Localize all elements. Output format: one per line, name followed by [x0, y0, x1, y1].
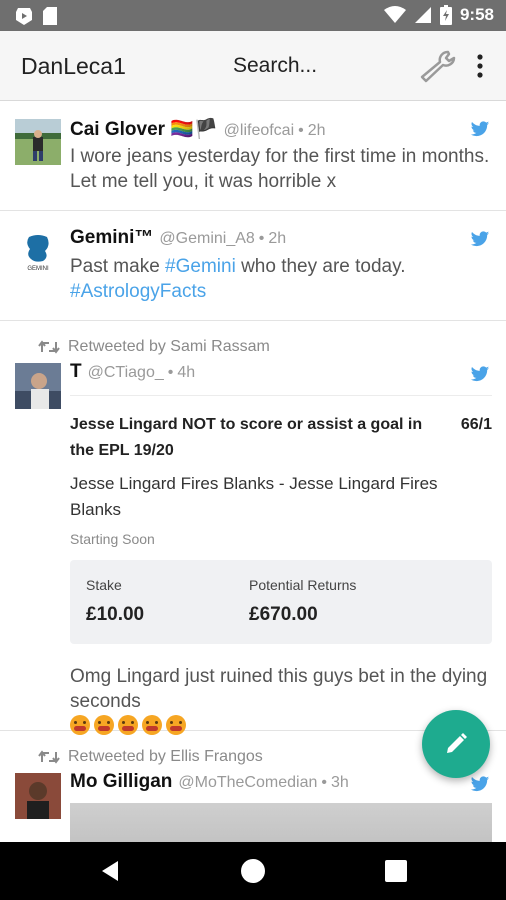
home-icon[interactable]	[241, 859, 265, 883]
twitter-bird-icon	[470, 776, 490, 792]
retweet-line: Retweeted by Ellis Frangos	[38, 748, 263, 766]
tweet-text-prefix: Past make	[70, 256, 166, 277]
author-handle: @CTiago_	[87, 364, 164, 381]
returns-value: £670.00	[249, 604, 318, 625]
angry-face-emoji	[70, 715, 90, 735]
tweet-header: T @CTiago_ • 4h	[70, 361, 195, 383]
tweet-time: 2h	[268, 230, 287, 247]
avatar[interactable]	[15, 363, 61, 409]
bet-title: Jesse Lingard NOT to score or assist a g…	[70, 416, 423, 459]
tweet-media[interactable]	[70, 803, 492, 842]
sd-card-icon	[43, 7, 57, 25]
author-name[interactable]: Gemini™	[70, 227, 153, 249]
tweet-item[interactable]: GEMINI Gemini™ @Gemini_A8 • 2h Past make…	[0, 211, 506, 321]
separator-dot: •	[298, 122, 304, 139]
author-handle: @lifeofcai	[223, 122, 295, 139]
stake-value: £10.00	[86, 604, 145, 625]
author-handle: @Gemini_A8	[159, 230, 255, 247]
angry-face-emoji	[142, 715, 162, 735]
search-input[interactable]: Search...	[233, 54, 317, 78]
hashtag-link[interactable]: #AstrologyFacts	[70, 281, 206, 302]
angry-face-emoji	[166, 715, 186, 735]
stake-label: Stake	[86, 577, 122, 593]
status-time: 9:58	[459, 5, 494, 24]
author-name[interactable]: T	[70, 361, 82, 383]
avatar[interactable]	[15, 773, 61, 819]
separator-dot: •	[167, 364, 174, 381]
bet-summary-box: Stake £10.00 Potential Returns £670.00	[70, 560, 492, 644]
author-handle: @MoTheComedian	[178, 774, 318, 791]
tweet-text-body: Omg Lingard just ruined this guys bet in…	[70, 666, 488, 712]
hashtag-link[interactable]: #Gemini	[165, 256, 236, 277]
avatar-caption: GEMINI	[27, 266, 49, 272]
returns-label: Potential Returns	[249, 577, 357, 593]
tweet-time: 3h	[330, 774, 349, 791]
retweet-icon	[38, 340, 60, 354]
bet-subtitle: Jesse Lingard Fires Blanks - Jesse Linga…	[70, 474, 438, 519]
tweet-header: Gemini™ @Gemini_A8 • 2h	[70, 227, 286, 249]
app-bar: DanLeca1 Search...	[0, 31, 506, 101]
separator-dot: •	[321, 774, 327, 791]
tweet-item[interactable]: Cai Glover 🏳️‍🌈🏴 @lifeofcai • 2h I wore …	[0, 101, 506, 211]
retweet-line: Retweeted by Sami Rassam	[38, 338, 270, 356]
tweet-text: I wore jeans yesterday for the first tim…	[70, 146, 490, 192]
tweet-header: Mo Gilligan @MoTheComedian • 3h	[70, 771, 349, 793]
app-notification-icon	[16, 8, 32, 25]
pencil-icon	[447, 733, 467, 753]
status-bar: 9:58	[0, 0, 506, 31]
tweet-time: 2h	[307, 122, 326, 139]
avatar[interactable]: GEMINI	[15, 231, 61, 277]
bet-odds: 66/1	[460, 416, 492, 433]
compose-button[interactable]	[422, 710, 490, 778]
tweet-text-middle: who they are today.	[235, 256, 406, 277]
twitter-bird-icon	[470, 366, 490, 382]
divider	[70, 395, 492, 396]
tweet-header: Cai Glover 🏳️‍🌈🏴 @lifeofcai • 2h	[70, 117, 326, 141]
more-vert-icon[interactable]	[470, 51, 490, 81]
author-name[interactable]: Cai Glover 🏳️‍🌈🏴	[70, 117, 218, 141]
wrench-icon[interactable]	[418, 49, 458, 83]
angry-face-emoji	[94, 715, 114, 735]
retweeted-by: Retweeted by Sami Rassam	[68, 338, 270, 355]
twitter-bird-icon	[470, 121, 490, 137]
author-name[interactable]: Mo Gilligan	[70, 771, 172, 793]
separator-dot: •	[258, 230, 265, 247]
bet-status: Starting Soon	[70, 531, 155, 547]
system-nav-bar	[0, 842, 506, 900]
recents-icon[interactable]	[385, 860, 407, 882]
tweet-time: 4h	[177, 364, 196, 381]
retweeted-by: Retweeted by Ellis Frangos	[68, 748, 263, 765]
signal-icon	[414, 7, 431, 23]
back-icon[interactable]	[100, 860, 120, 882]
tweet-text: Past make #Gemini who they are today. #As…	[70, 254, 490, 304]
angry-face-emoji	[118, 715, 138, 735]
twitter-bird-icon	[470, 231, 490, 247]
retweet-icon	[38, 750, 60, 764]
wifi-icon	[383, 6, 406, 23]
battery-icon	[439, 5, 452, 25]
account-title[interactable]: DanLeca1	[21, 53, 126, 80]
avatar[interactable]	[15, 119, 61, 165]
